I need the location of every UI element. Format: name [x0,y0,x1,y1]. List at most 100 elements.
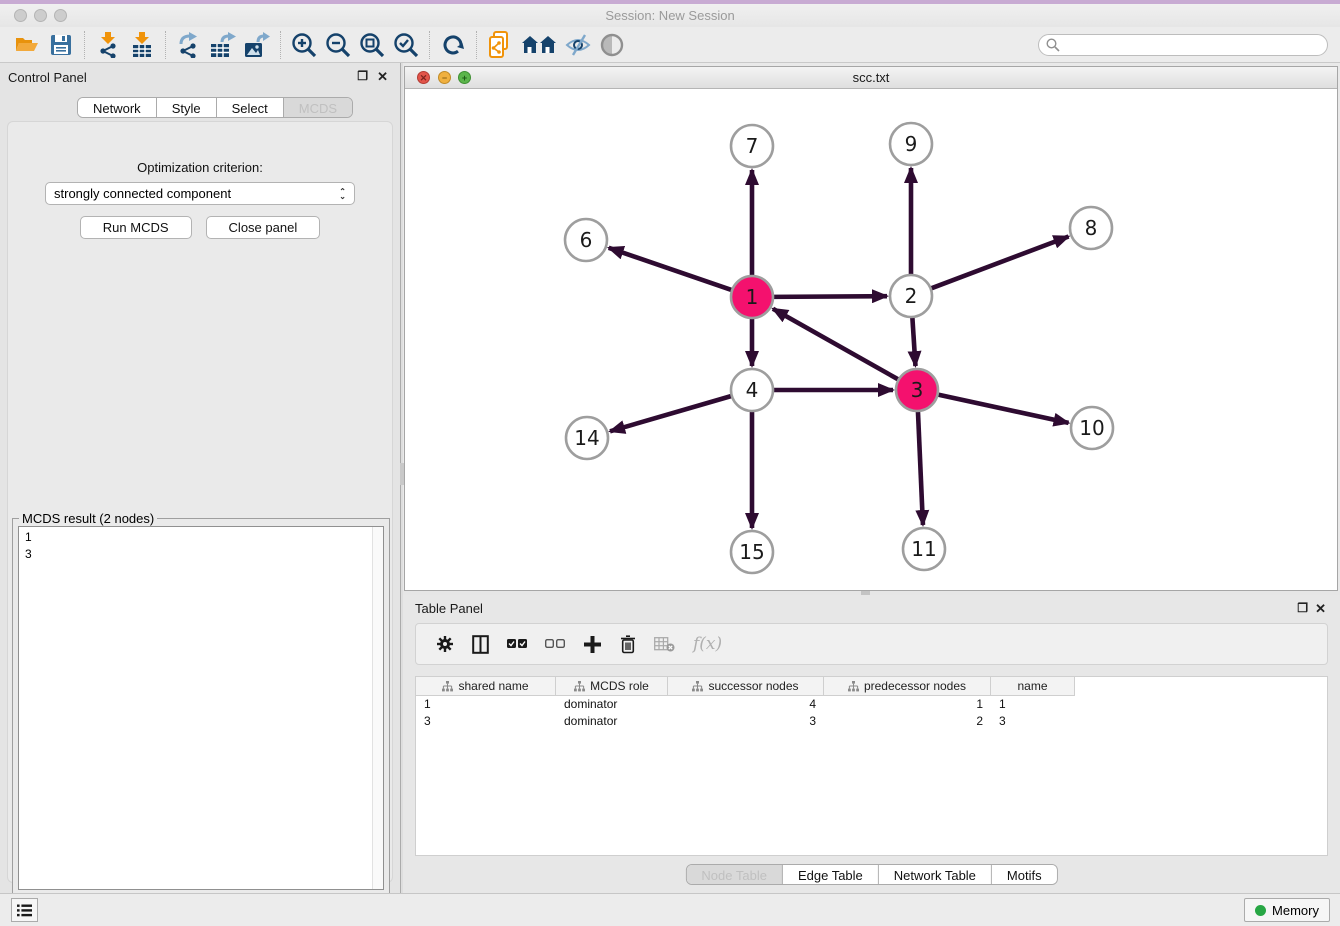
zoom-fit-button[interactable] [355,30,389,60]
graph-node-1[interactable]: 1 [731,276,773,318]
optimization-criterion-select[interactable]: strongly connected component ⌃⌄ [45,182,355,205]
hide-selected-button[interactable] [561,30,595,60]
zoom-fit-icon [359,32,385,58]
cell-name[interactable]: 1 [991,696,1075,713]
export-network-icon [177,32,201,58]
graph-node-15[interactable]: 15 [731,531,773,573]
graph-node-10[interactable]: 10 [1071,407,1113,449]
graph-node-4[interactable]: 4 [731,369,773,411]
tab-motifs[interactable]: Motifs [992,865,1057,884]
zoom-out-button[interactable] [321,30,355,60]
search-field[interactable] [1038,34,1328,56]
cell-predecessor-nodes[interactable]: 1 [824,696,991,713]
mcds-result-line: 3 [25,546,383,563]
graph-node-3[interactable]: 3 [896,369,938,411]
cell-successor-nodes[interactable]: 4 [668,696,824,713]
edge-4-14[interactable] [610,396,732,431]
close-panel-icon[interactable]: ✕ [377,69,388,85]
float-panel-icon[interactable]: ❐ [1297,601,1308,615]
network-window-titlebar[interactable]: ✕ − + scc.txt [405,67,1337,89]
edge-1-6[interactable] [609,248,732,290]
tab-mcds[interactable]: MCDS [284,98,352,117]
column-header-predecessor-nodes[interactable]: predecessor nodes [824,677,991,696]
edge-2-8[interactable] [931,236,1069,288]
import-network-button[interactable] [91,30,125,60]
export-image-button[interactable] [240,30,274,60]
cell-name[interactable]: 3 [991,713,1075,730]
show-columns-button[interactable] [472,635,489,654]
column-label: shared name [458,679,528,693]
column-header-shared-name[interactable]: shared name [416,677,556,696]
node-table[interactable]: shared name MCDS rolesuccessor nodesprede… [415,676,1328,856]
cell-successor-nodes[interactable]: 3 [668,713,824,730]
table-row[interactable]: 1dominator411 [416,696,1327,713]
float-panel-icon[interactable]: ❐ [357,69,368,83]
scrollbar[interactable] [372,527,383,889]
cell-mcds-role[interactable]: dominator [556,713,668,730]
list-icon [17,904,32,917]
delete-table-button[interactable] [654,637,675,652]
graph-node-9[interactable]: 9 [890,123,932,165]
column-header-successor-nodes[interactable]: successor nodes [668,677,824,696]
deselect-all-button[interactable] [545,639,565,650]
column-header-mcds-role[interactable]: MCDS role [556,677,668,696]
cell-shared-name[interactable]: 1 [416,696,556,713]
network-from-file-button[interactable] [483,30,517,60]
export-image-icon [244,32,270,58]
graph-node-11[interactable]: 11 [903,528,945,570]
column-header-name[interactable]: name [991,677,1075,696]
delete-row-button[interactable] [620,635,636,654]
open-session-button[interactable] [10,30,44,60]
status-bar: Memory [0,893,1340,926]
memory-button[interactable]: Memory [1244,898,1330,922]
home-home-icon [521,35,557,55]
run-mcds-button[interactable]: Run MCDS [80,216,192,239]
search-input[interactable] [1060,38,1310,52]
graph-node-7[interactable]: 7 [731,125,773,167]
attribute-icon [574,681,585,692]
edge-2-3[interactable] [912,317,915,366]
show-all-button[interactable] [595,30,629,60]
tab-node-table[interactable]: Node Table [686,865,783,884]
cell-mcds-role[interactable]: dominator [556,696,668,713]
tab-select[interactable]: Select [217,98,284,117]
tab-edge-table[interactable]: Edge Table [783,865,879,884]
first-neighbors-button[interactable] [517,30,561,60]
table-settings-button[interactable] [436,635,454,653]
cell-shared-name[interactable]: 3 [416,713,556,730]
task-history-button[interactable] [11,898,38,922]
add-row-button[interactable] [583,635,602,654]
apply-layout-button[interactable] [436,30,470,60]
close-panel-icon[interactable]: ✕ [1315,601,1326,617]
node-label: 8 [1085,216,1098,240]
table-delete-icon [654,637,675,652]
zoom-selected-button[interactable] [389,30,423,60]
tab-style[interactable]: Style [157,98,217,117]
graph-node-8[interactable]: 8 [1070,207,1112,249]
table-row[interactable]: 3dominator323 [416,713,1327,730]
import-table-button[interactable] [125,30,159,60]
edge-3-1[interactable] [773,309,899,380]
save-session-button[interactable] [44,30,78,60]
zoom-in-button[interactable] [287,30,321,60]
graph-node-6[interactable]: 6 [565,219,607,261]
application-window: Session: New Session [0,0,1340,926]
mcds-result-text[interactable]: 13 [18,526,384,890]
tab-network[interactable]: Network [78,98,157,117]
cell-predecessor-nodes[interactable]: 2 [824,713,991,730]
tab-network-table[interactable]: Network Table [879,865,992,884]
graph-node-14[interactable]: 14 [566,417,608,459]
edge-1-2[interactable] [773,296,887,297]
network-canvas[interactable]: 7 9 6 8 1 2 4 3 14 10 15 11 [405,89,1337,590]
edge-3-10[interactable] [938,394,1069,422]
export-network-button[interactable] [172,30,206,60]
table-panel-tabs: Node TableEdge TableNetwork TableMotifs [685,864,1057,885]
eye-slash-icon [565,34,591,56]
export-table-button[interactable] [206,30,240,60]
edge-3-11[interactable] [918,411,923,525]
function-builder-button[interactable]: f(x) [693,634,722,654]
close-panel-button[interactable]: Close panel [206,216,321,239]
toolbar-separator [280,31,281,59]
graph-node-2[interactable]: 2 [890,275,932,317]
select-all-button[interactable] [507,639,527,650]
